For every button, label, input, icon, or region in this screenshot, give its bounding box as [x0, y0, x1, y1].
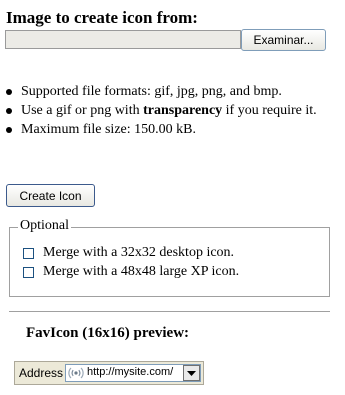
address-url: http://mysite.com/	[87, 366, 174, 378]
page-title: Image to create icon from:	[6, 8, 198, 27]
merge-32-checkbox[interactable]	[23, 247, 34, 259]
list-item: Supported file formats: gif, jpg, png, a…	[6, 82, 317, 101]
list-item: Maximum file size: 150.00 kB.	[6, 120, 317, 139]
preview-title: FavIcon (16x16) preview:	[26, 325, 190, 341]
merge-48-label: Merge with a 48x48 large XP icon.	[43, 264, 240, 279]
info-list: Supported file formats: gif, jpg, png, a…	[6, 82, 317, 139]
chevron-down-icon	[187, 370, 196, 376]
divider	[9, 311, 330, 312]
list-item: Use a gif or png with transparency if yo…	[6, 101, 317, 120]
bullet-icon	[6, 108, 12, 114]
browse-button[interactable]: Examinar...	[241, 29, 326, 51]
bullet-icon	[6, 127, 12, 133]
address-label: Address	[19, 366, 64, 380]
optional-fieldset	[9, 227, 330, 297]
wifi-signal-icon	[68, 367, 84, 379]
optional-legend: Optional	[18, 218, 71, 234]
transparency-text-after: if you require it.	[222, 103, 317, 118]
transparency-text-before: Use a gif or png with	[21, 103, 144, 118]
file-path-input[interactable]	[5, 30, 241, 49]
dropdown-button[interactable]	[183, 365, 200, 381]
merge-48-checkbox[interactable]	[23, 266, 34, 278]
transparency-bold: transparency	[143, 103, 223, 118]
create-icon-button[interactable]: Create Icon	[6, 184, 95, 207]
bullet-icon	[6, 89, 12, 95]
formats-text: Supported file formats: gif, jpg, png, a…	[21, 84, 282, 99]
merge-32-label: Merge with a 32x32 desktop icon.	[43, 245, 235, 260]
merge-48-option[interactable]: Merge with a 48x48 large XP icon.	[23, 264, 239, 280]
max-size-text: Maximum file size: 150.00 kB.	[21, 122, 196, 137]
merge-32-option[interactable]: Merge with a 32x32 desktop icon.	[23, 245, 234, 261]
